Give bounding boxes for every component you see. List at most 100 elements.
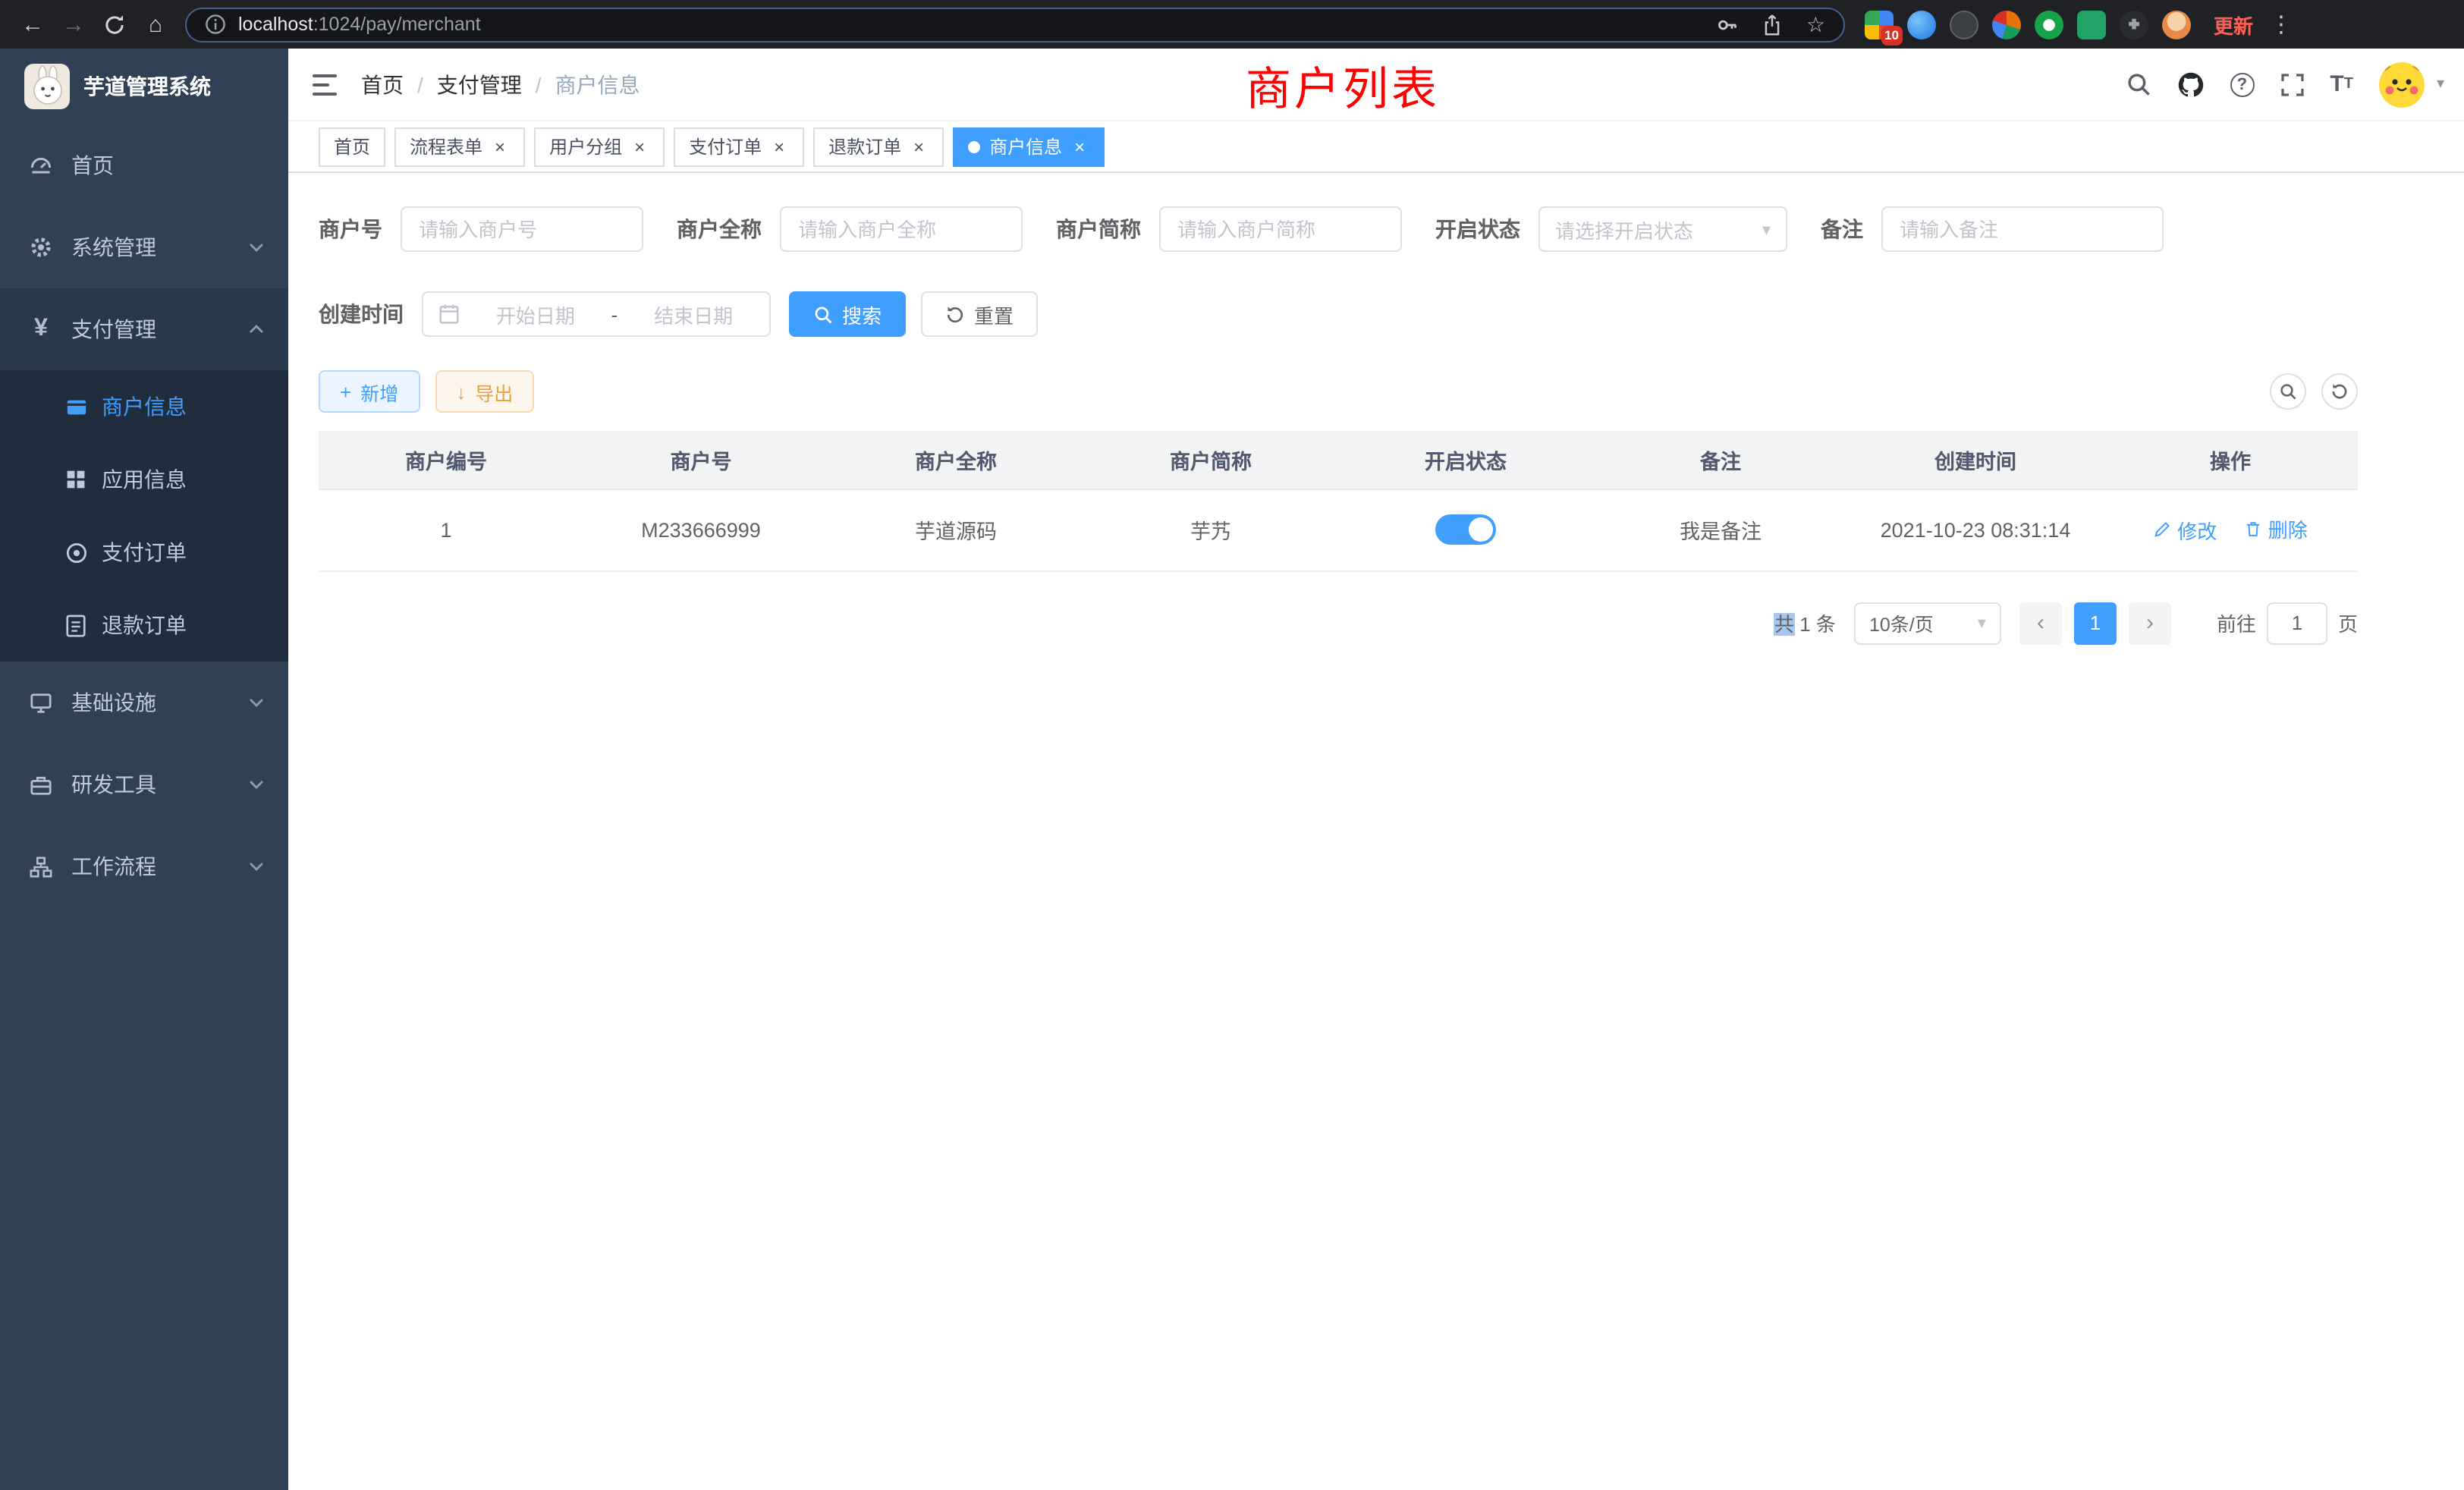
close-icon[interactable]: ×	[490, 137, 510, 156]
sidebar-item-pay-order[interactable]: 支付订单	[0, 516, 288, 589]
submenu-label: 商户信息	[102, 391, 187, 422]
create-time-range-picker[interactable]: 开始日期 - 结束日期	[422, 291, 771, 337]
tab-label: 用户分组	[549, 134, 622, 159]
dashboard-icon	[27, 153, 55, 178]
help-icon[interactable]: ?	[2230, 72, 2254, 96]
goto-page-input[interactable]	[2267, 602, 2327, 644]
browser-menu-icon[interactable]: ⋮	[2270, 11, 2293, 38]
annotation-title: 商户列表	[1246, 51, 1440, 118]
page-size-select[interactable]: 10条/页 ▾	[1854, 602, 2001, 644]
export-button[interactable]: ↓ 导出	[435, 370, 534, 413]
avatar-caret-icon[interactable]: ▾	[2437, 76, 2444, 93]
github-icon[interactable]	[2176, 71, 2204, 98]
date-end-placeholder: 结束日期	[633, 300, 754, 328]
extension-icon-puzzle[interactable]	[2120, 10, 2148, 39]
reset-button[interactable]: 重置	[921, 291, 1038, 337]
sidebar-item-system[interactable]: 系统管理	[0, 206, 288, 288]
fullscreen-icon[interactable]	[2280, 72, 2304, 96]
sidebar-item-pay[interactable]: ¥ 支付管理	[0, 288, 288, 370]
tab-refund-order[interactable]: 退款订单 ×	[813, 127, 944, 166]
pagination: 共 1 条 10条/页 ▾ ‹ 1 › 前往 页	[319, 602, 2358, 644]
browser-forward-icon[interactable]: →	[53, 4, 94, 45]
search-icon[interactable]	[2125, 71, 2151, 97]
filter-row-1: 商户号 商户全称 商户简称 开启状态 请选择开启状态 ▾ 备注	[319, 206, 2358, 252]
sidebar-item-merchant-info[interactable]: 商户信息	[0, 370, 288, 443]
tab-pay-order[interactable]: 支付订单 ×	[674, 127, 804, 166]
key-icon[interactable]	[1717, 13, 1740, 36]
extension-icon-green-square[interactable]	[2077, 10, 2106, 39]
sidebar-item-workflow[interactable]: 工作流程	[0, 825, 288, 907]
extension-icon-blue[interactable]	[1907, 10, 1936, 39]
extension-icon-green-circle[interactable]	[2035, 10, 2063, 39]
tab-user-group[interactable]: 用户分组 ×	[534, 127, 665, 166]
sidebar-item-infra[interactable]: 基础设施	[0, 662, 288, 743]
top-navbar: 首页 / 支付管理 / 商户信息 商户列表 ? TT ▾	[288, 49, 2464, 121]
status-toggle[interactable]	[1435, 514, 1496, 545]
prev-page-button[interactable]: ‹	[2019, 602, 2062, 644]
browser-home-icon[interactable]: ⌂	[135, 4, 176, 45]
bookmark-star-icon[interactable]: ☆	[1806, 14, 1825, 35]
col-header-full-name: 商户全称	[828, 431, 1083, 489]
breadcrumb-pay[interactable]: 支付管理	[437, 69, 522, 99]
font-size-icon[interactable]: TT	[2330, 73, 2353, 96]
table-header-row: 商户编号 商户号 商户全称 商户简称 开启状态 备注 创建时间 操作	[319, 431, 2358, 489]
pagination-total: 共 1 条	[1774, 608, 1836, 637]
sidebar-item-devtools[interactable]: 研发工具	[0, 743, 288, 825]
workflow-icon	[27, 855, 55, 878]
url-text: localhost:1024/pay/merchant	[238, 14, 481, 35]
full-name-label: 商户全称	[677, 214, 780, 244]
sidebar-item-refund-order[interactable]: 退款订单	[0, 589, 288, 662]
col-header-actions: 操作	[2103, 431, 2358, 489]
breadcrumb: 首页 / 支付管理 / 商户信息	[361, 69, 640, 99]
user-avatar[interactable]	[2379, 61, 2425, 107]
toggle-search-button[interactable]	[2270, 373, 2306, 410]
remark-label: 备注	[1821, 214, 1881, 244]
extension-icon-avatar[interactable]	[2162, 10, 2191, 39]
page-size-value: 10条/页	[1869, 608, 1934, 637]
delete-link[interactable]: 删除	[2244, 515, 2308, 544]
close-icon[interactable]: ×	[1070, 137, 1089, 156]
calendar-icon	[438, 303, 460, 325]
edit-link[interactable]: 修改	[2153, 516, 2217, 545]
add-button[interactable]: + 新增	[319, 370, 420, 413]
share-icon[interactable]	[1762, 13, 1784, 36]
full-name-input[interactable]	[780, 206, 1023, 252]
tab-process-form[interactable]: 流程表单 ×	[394, 127, 525, 166]
tab-merchant-info[interactable]: 商户信息 ×	[953, 127, 1105, 166]
extension-icon-grid[interactable]: 10	[1865, 10, 1894, 39]
refresh-button[interactable]	[2321, 373, 2358, 410]
browser-reload-icon[interactable]	[94, 4, 135, 45]
reset-button-label: 重置	[974, 300, 1014, 328]
merchant-no-label: 商户号	[319, 214, 401, 244]
page-number-1[interactable]: 1	[2074, 602, 2117, 644]
next-page-button[interactable]: ›	[2129, 602, 2171, 644]
grid-icon	[64, 469, 88, 490]
search-button-label: 搜索	[842, 300, 882, 328]
close-icon[interactable]: ×	[769, 137, 789, 156]
chevron-down-icon: ▾	[1978, 613, 1986, 633]
close-icon[interactable]: ×	[909, 137, 929, 156]
address-bar[interactable]: localhost:1024/pay/merchant ☆	[185, 7, 1845, 42]
chevron-down-icon	[249, 698, 264, 707]
extension-badge: 10	[1881, 26, 1903, 45]
tab-home[interactable]: 首页	[319, 127, 385, 166]
merchant-no-input[interactable]	[401, 206, 643, 252]
remark-input[interactable]	[1881, 206, 2164, 252]
tab-label: 流程表单	[410, 134, 482, 159]
sidebar-logo[interactable]: 芋道管理系统	[0, 49, 288, 124]
extension-icon-multicolor[interactable]	[1992, 10, 2021, 39]
browser-update-button[interactable]: 更新	[2214, 10, 2253, 39]
breadcrumb-home[interactable]: 首页	[361, 69, 404, 99]
menu-label: 支付管理	[71, 314, 156, 344]
info-icon[interactable]	[205, 14, 226, 35]
browser-back-icon[interactable]: ←	[12, 4, 53, 45]
short-name-input[interactable]	[1159, 206, 1402, 252]
status-select[interactable]: 请选择开启状态 ▾	[1538, 206, 1787, 252]
sidebar-item-home[interactable]: 首页	[0, 124, 288, 206]
plus-icon: +	[340, 382, 351, 401]
close-icon[interactable]: ×	[630, 137, 649, 156]
sidebar-item-app-info[interactable]: 应用信息	[0, 443, 288, 516]
search-button[interactable]: 搜索	[789, 291, 906, 337]
hamburger-icon[interactable]	[313, 72, 340, 96]
extension-icon-dark[interactable]	[1950, 10, 1978, 39]
